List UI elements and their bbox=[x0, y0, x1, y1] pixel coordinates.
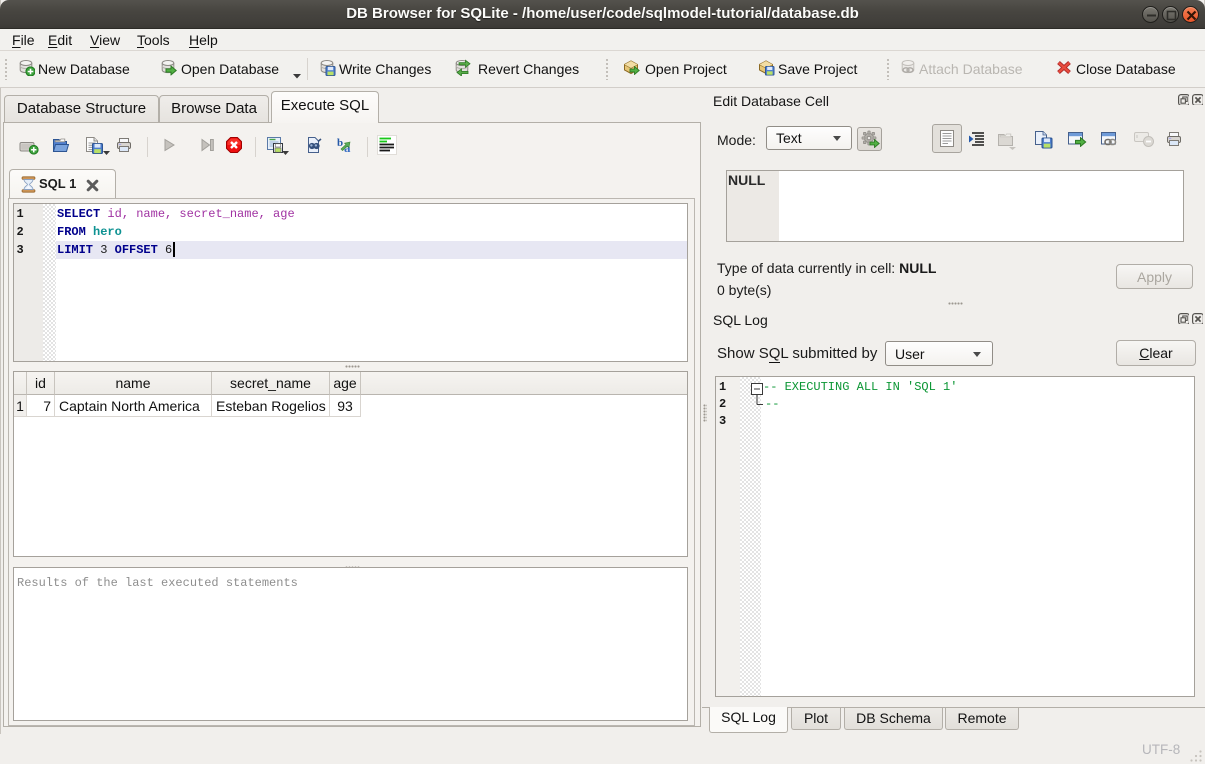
svg-text:b: b bbox=[337, 137, 343, 149]
